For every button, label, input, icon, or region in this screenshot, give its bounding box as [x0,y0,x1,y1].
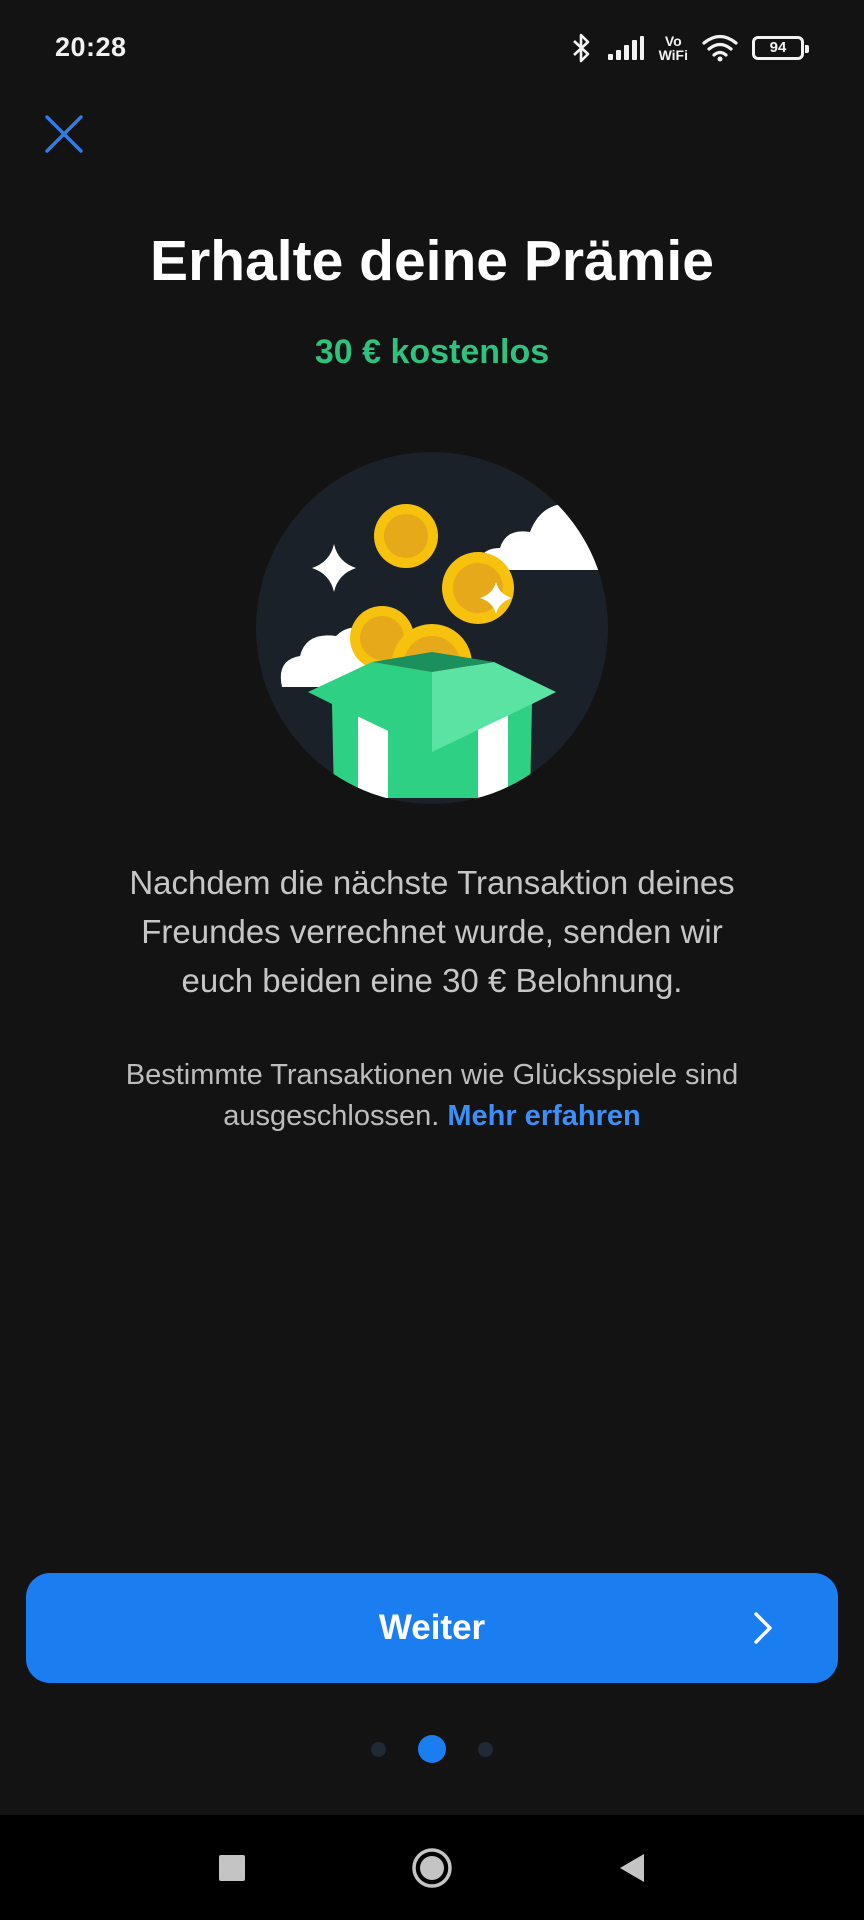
note-line: Bestimmte Transaktionen wie Glücksspiele… [125,1059,739,1091]
page-dot-active[interactable] [418,1735,446,1763]
coin-right [442,552,514,624]
close-button[interactable] [40,110,88,158]
bluetooth-icon [572,33,589,62]
vowifi-icon: Vo WiFi [659,34,688,62]
page-dot[interactable] [478,1741,493,1757]
home-icon [412,1847,452,1888]
note-line: ausgeschlossen. [223,1100,440,1132]
body-line: euch beiden eine 30 € Belohnung. [181,962,683,999]
vowifi-bottom-label: WiFi [658,46,688,63]
back-button[interactable] [602,1838,662,1898]
status-time: 20:28 [55,32,127,62]
note-line-2: ausgeschlossen. Mehr erfahren [60,1096,804,1137]
status-icons: Vo WiFi 94 [571,32,809,64]
vowifi-top-label: Vo [664,32,682,49]
body-line: Freundes verrechnet wurde, senden wir [141,913,723,950]
battery-level: 94 [769,39,787,56]
page-indicator [0,1733,864,1765]
recents-button[interactable] [202,1838,262,1898]
continue-button[interactable]: Weiter [26,1573,838,1683]
continue-label: Weiter [378,1608,486,1647]
home-button[interactable] [402,1838,462,1898]
page-title: Erhalte deine Prämie [150,229,714,293]
navigation-bar [0,1815,864,1920]
learn-more-link[interactable]: Mehr erfahren [447,1100,640,1132]
battery-icon: 94 [752,35,809,60]
reward-amount: 30 € kostenlos [314,333,550,371]
recents-icon [219,1854,245,1881]
coin-top [374,504,438,568]
back-icon [620,1853,644,1882]
wifi-icon [702,34,738,61]
chevron-right-icon [754,1612,772,1644]
body-line: Nachdem die nächste Transaktion deines [129,864,735,901]
page-dot[interactable] [371,1741,386,1757]
status-bar: 20:28 Vo WiFi 94 [0,0,864,95]
exclusion-note: Bestimmte Transaktionen wie Glücksspiele… [60,1055,804,1137]
close-icon [45,115,83,153]
signal-icon [607,35,644,60]
reward-description: Nachdem die nächste Transaktion deines F… [60,858,804,1005]
gift-illustration [256,452,608,804]
